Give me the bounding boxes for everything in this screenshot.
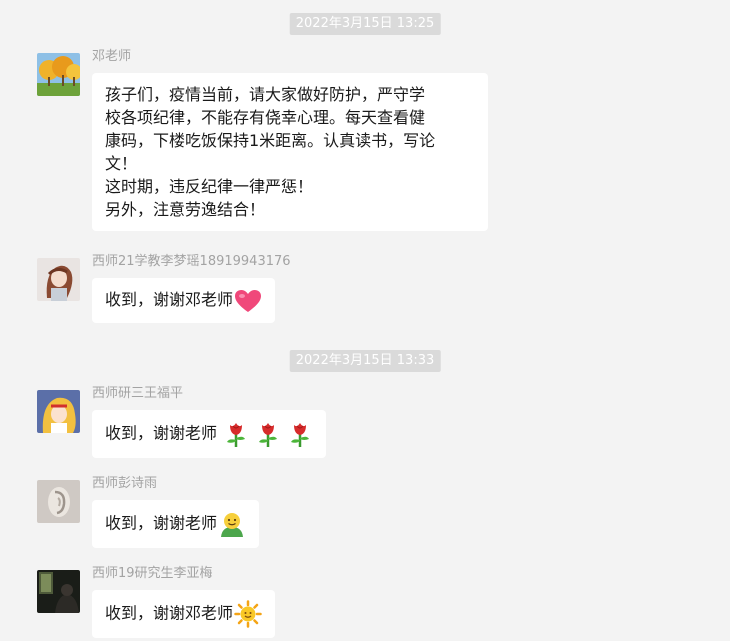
message-bubble[interactable]: 收到，谢谢老师 bbox=[92, 500, 260, 548]
timestamp: 2022年3月15日 13:25 bbox=[289, 13, 441, 35]
person-smile-icon bbox=[218, 510, 246, 538]
message-bubble[interactable]: 收到，谢谢邓老师 bbox=[92, 278, 276, 323]
avatar[interactable] bbox=[37, 390, 80, 433]
avatar[interactable] bbox=[37, 53, 80, 96]
avatar[interactable] bbox=[37, 570, 80, 613]
autumn-trees-avatar-image bbox=[37, 53, 80, 96]
avatar[interactable] bbox=[37, 480, 80, 523]
message-text: 孩子们，疫情当前，请大家做好防护，严守学 校各项纪律，不能存有侥幸心理。每天查看… bbox=[105, 85, 436, 219]
rose-icon bbox=[287, 420, 313, 448]
message-text: 收到，谢谢老师 bbox=[105, 513, 218, 533]
timestamp: 2022年3月15日 13:33 bbox=[289, 350, 441, 372]
rose-icon bbox=[223, 420, 249, 448]
anime-girl-avatar-image bbox=[37, 258, 80, 301]
message-bubble[interactable]: 收到，谢谢老师 bbox=[92, 410, 327, 458]
rose-icon bbox=[255, 420, 281, 448]
sailor-venus-avatar-image bbox=[37, 390, 80, 433]
message-text: 收到，谢谢邓老师 bbox=[105, 290, 234, 309]
sender-name[interactable]: 西师研三王福平 bbox=[92, 382, 183, 401]
sun-icon bbox=[234, 600, 262, 628]
message-text: 收到，谢谢邓老师 bbox=[105, 603, 234, 623]
avatar[interactable] bbox=[37, 258, 80, 301]
message-bubble[interactable]: 孩子们，疫情当前，请大家做好防护，严守学 校各项纪律，不能存有侥幸心理。每天查看… bbox=[92, 73, 488, 231]
sender-name[interactable]: 西师彭诗雨 bbox=[92, 472, 157, 491]
ear-sculpture-avatar-image bbox=[37, 480, 80, 523]
sender-name[interactable]: 西师21学教李梦瑶18919943176 bbox=[92, 250, 291, 269]
heart-icon bbox=[234, 289, 262, 313]
sender-name[interactable]: 邓老师 bbox=[92, 45, 131, 64]
sender-name[interactable]: 西师19研究生李亚梅 bbox=[92, 562, 213, 581]
dark-window-avatar-image bbox=[37, 570, 80, 613]
message-text: 收到，谢谢老师 bbox=[105, 423, 218, 443]
message-bubble[interactable]: 收到，谢谢邓老师 bbox=[92, 590, 276, 638]
